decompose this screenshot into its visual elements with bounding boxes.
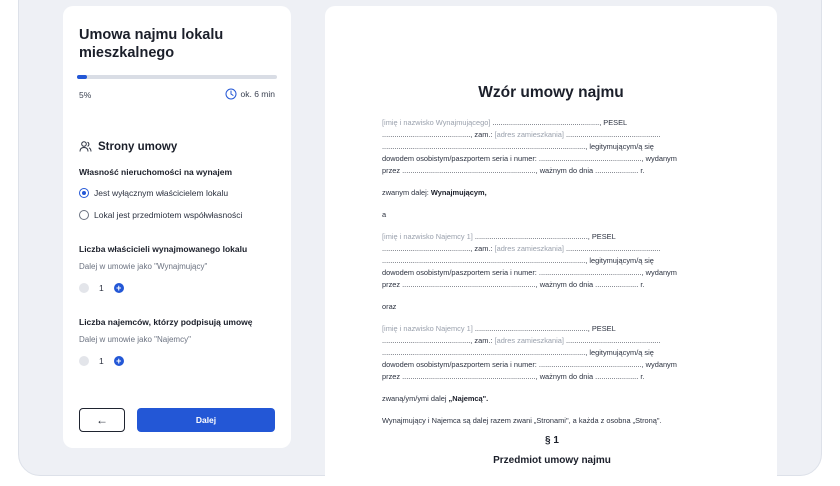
section-title: Strony umowy [98,140,178,153]
doc-text: ........................................… [563,336,661,345]
tenants-label: Liczba najemców, którzy podpisują umowę [79,317,253,327]
doc-text: przez ..................................… [382,372,645,381]
doc-text: ........................................… [382,256,654,265]
minus-button[interactable] [79,356,89,366]
document-preview: Wzór umowy najmu [imię i nazwisko Wynajm… [325,6,777,486]
plus-button[interactable]: + [113,283,124,293]
section-heading: Przedmiot umowy najmu [493,455,611,466]
doc-text: ........................................… [382,244,495,253]
ownership-option-label: Jest wyłącznym właścicielem lokalu [94,188,229,198]
users-icon [79,140,92,153]
document-body: [imię i nazwisko Wynajmującego] ........… [382,117,722,467]
doc-text: ........................................… [563,244,661,253]
doc-text: przez ..................................… [382,280,645,289]
doc-text: ........................................… [382,348,654,357]
form-sidebar: Umowa najmu lokalu mieszkalnego 5% ok. 6… [63,6,291,448]
owners-stepper[interactable]: 1 + [79,283,124,293]
doc-text: ........................................… [382,130,495,139]
section-header: Strony umowy [79,140,177,153]
owners-hint: Dalej w umowie jako "Wynajmujący" [79,262,208,271]
time-estimate: ok. 6 min [225,88,276,100]
clock-icon [225,88,237,100]
doc-text: a [382,210,387,219]
plus-button[interactable]: + [113,356,124,366]
ownership-option-label: Lokal jest przedmiotem współwłasności [94,210,243,220]
document-title: Wzór umowy najmu [478,84,624,101]
doc-text: przez ..................................… [382,166,645,175]
radio-unchecked-icon[interactable] [79,210,89,220]
form-title: Umowa najmu lokalu mieszkalnego [79,27,224,61]
doc-text: ........................................… [472,232,616,241]
radio-checked-icon[interactable] [79,188,89,198]
ownership-option-co[interactable]: Lokal jest przedmiotem współwłasności [79,210,242,220]
back-button[interactable]: ← [79,408,125,432]
tenants-hint: Dalej w umowie jako "Najemcy" [79,335,191,344]
landlord-term: Wynajmującym, [430,188,487,197]
doc-text: zwaną/ym/ymi dalej [382,394,449,403]
section-number: § 1 [545,435,559,446]
owners-label: Liczba właścicieli wynajmowanego lokalu [79,244,248,254]
tenant-term: „Najemcą". [448,394,489,403]
owners-value: 1 [99,283,104,293]
arrow-left-icon: ← [96,413,108,427]
doc-text: ........................................… [382,336,495,345]
next-button[interactable]: Dalej [137,408,275,432]
time-label: ok. 6 min [240,89,276,99]
doc-text: ........................................… [472,324,616,333]
ownership-option-sole[interactable]: Jest wyłącznym właścicielem lokalu [79,188,228,198]
doc-text: ........................................… [563,130,661,139]
address-placeholder: [adres zamieszkania] [494,130,564,139]
ownership-label: Własność nieruchomości na wynajem [79,167,233,177]
tenant2-name-placeholder: [imię i nazwisko Najemcy 1] [382,324,473,333]
doc-text: zwanym dalej: [382,188,431,197]
progress-bar [77,75,277,79]
doc-text: dowodem osobistym/paszportem seria i num… [382,360,677,369]
landlord-name-placeholder: [imię i nazwisko Wynajmującego] [382,118,491,127]
address-placeholder: [adres zamieszkania] [494,244,564,253]
tenant1-name-placeholder: [imię i nazwisko Najemcy 1] [382,232,473,241]
tenants-value: 1 [99,356,104,366]
doc-text: ........................................… [490,118,628,127]
doc-text: oraz [382,302,397,311]
progress-percent: 5% [79,90,92,100]
address-placeholder: [adres zamieszkania] [494,336,564,345]
parties-sentence: Wynajmujący i Najemca są dalej razem zwa… [382,416,662,425]
doc-text: dowodem osobistym/paszportem seria i num… [382,154,677,163]
doc-text: dowodem osobistym/paszportem seria i num… [382,268,677,277]
minus-button[interactable] [79,283,89,293]
progress-fill [77,75,87,79]
tenants-stepper[interactable]: 1 + [79,356,124,366]
doc-text: ........................................… [382,142,654,151]
